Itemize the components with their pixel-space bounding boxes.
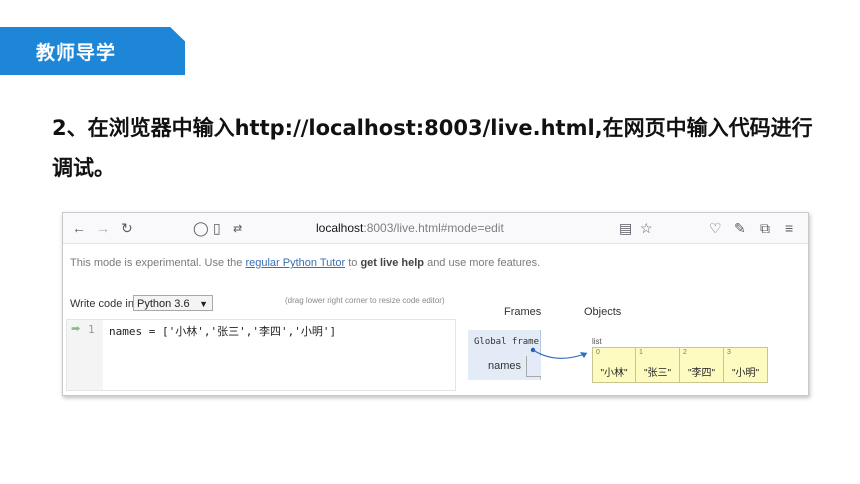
list-cell: 3 "小明" [724,347,768,383]
experimental-notice: This mode is experimental. Use the regul… [70,257,540,269]
chevron-down-icon: ▼ [199,299,208,309]
notice-text: This mode is experimental. Use the [70,257,246,269]
browser-screenshot: ← → ↻ ◯ ▯ ⇄ localhost:8003/live.html#mod… [62,212,809,396]
live-help-text: get live help [360,257,425,269]
url-path: :8003/live.html#mode=edit [363,221,504,235]
reader-view-icon[interactable]: ▤ [619,219,632,237]
code-editor[interactable]: ➡ 1 names = ['小林','张三','李四','小明'] [66,319,456,391]
objects-header: Objects [584,306,622,318]
list-object: 0 "小林" 1 "张三" 2 "李四" 3 "小明" [592,347,768,383]
language-value: Python 3.6 [137,298,190,310]
list-index: 1 [639,349,643,356]
shield-icon[interactable]: ◯ [193,219,209,237]
list-value: "李四" [687,368,716,379]
pocket-icon[interactable]: ♡ [709,219,722,237]
url-host: localhost [316,221,364,235]
write-code-label: Write code in [70,298,134,310]
page-icon[interactable]: ▯ [213,219,221,237]
browser-toolbar: ← → ↻ ◯ ▯ ⇄ localhost:8003/live.html#mod… [63,213,808,244]
language-select[interactable]: Python 3.6 ▼ [133,295,213,311]
wrench-icon[interactable]: ✎ [734,219,746,237]
section-tag-label: 教师导学 [36,42,117,64]
reference-arrow [530,347,588,359]
notice-text-mid: to [345,257,361,269]
list-value: "小林" [600,368,628,379]
python-tutor-link[interactable]: regular Python Tutor [245,257,345,269]
list-index: 2 [683,349,687,356]
back-arrow-icon[interactable]: ← [72,219,86,237]
star-icon[interactable]: ☆ [640,219,653,237]
list-cell: 1 "张三" [636,347,680,383]
forward-arrow-icon[interactable]: → [96,219,110,237]
list-index: 0 [596,349,600,356]
editor-gutter: ➡ 1 [67,320,103,390]
pointer-line [532,349,588,359]
current-line-arrow-icon: ➡ [71,323,81,335]
list-cell: 2 "李四" [680,347,724,383]
list-value: "小明" [731,368,760,379]
extensions-icon[interactable]: ⧉ [760,219,770,237]
menu-icon[interactable]: ≡ [785,219,793,237]
reload-icon[interactable]: ↻ [121,219,133,237]
code-line[interactable]: names = ['小林','张三','李四','小明'] [109,323,336,339]
notice-text-end: and use more features. [424,257,541,269]
address-bar[interactable]: localhost:8003/live.html#mode=edit [316,221,504,235]
line-number: 1 [88,323,95,336]
frames-header: Frames [504,306,542,318]
slide-heading: 2、在浏览器中输入http://localhost:8003/live.html… [52,116,813,180]
list-cell: 0 "小林" [592,347,636,383]
list-value: "张三" [643,368,672,379]
list-type-label: list [592,337,602,346]
permissions-icon[interactable]: ⇄ [233,220,242,238]
section-tag: 教师导学 [0,27,185,75]
variable-name: names [488,360,522,372]
resize-hint: (drag lower right corner to resize code … [285,296,445,305]
list-index: 3 [727,349,731,356]
